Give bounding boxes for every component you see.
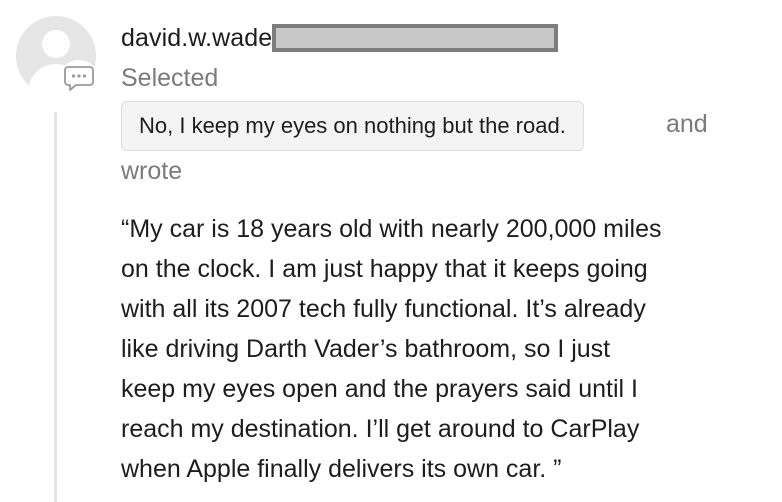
comment-bubble-icon bbox=[60, 60, 98, 94]
author-name[interactable]: david.w.wade bbox=[121, 24, 272, 53]
and-label: and bbox=[666, 110, 708, 138]
thread-line bbox=[54, 112, 57, 502]
avatar-head-shape bbox=[42, 30, 70, 58]
quote-line: keep my eyes open and the prayers said u… bbox=[121, 375, 638, 403]
quote-line: on the clock. I am just happy that it ke… bbox=[121, 255, 648, 283]
comment-quote: “My car is 18 years old with nearly 200,… bbox=[121, 209, 761, 489]
quote-line: with all its 2007 tech fully functional.… bbox=[121, 295, 646, 323]
quote-line: like driving Darth Vader’s bathroom, so … bbox=[121, 335, 611, 363]
quote-line: when Apple finally delivers its own car.… bbox=[121, 455, 562, 483]
selected-answer-pill: No, I keep my eyes on nothing but the ro… bbox=[121, 101, 584, 151]
selected-label: Selected bbox=[121, 64, 219, 92]
quote-line: reach my destination. I’ll get around to… bbox=[121, 415, 640, 443]
comment-bubble-svg bbox=[64, 66, 94, 91]
author-row: david.w.wade bbox=[121, 20, 559, 56]
wrote-label: wrote bbox=[121, 157, 183, 185]
quote-line: “My car is 18 years old with nearly 200,… bbox=[121, 215, 662, 243]
redaction-box bbox=[272, 24, 559, 52]
